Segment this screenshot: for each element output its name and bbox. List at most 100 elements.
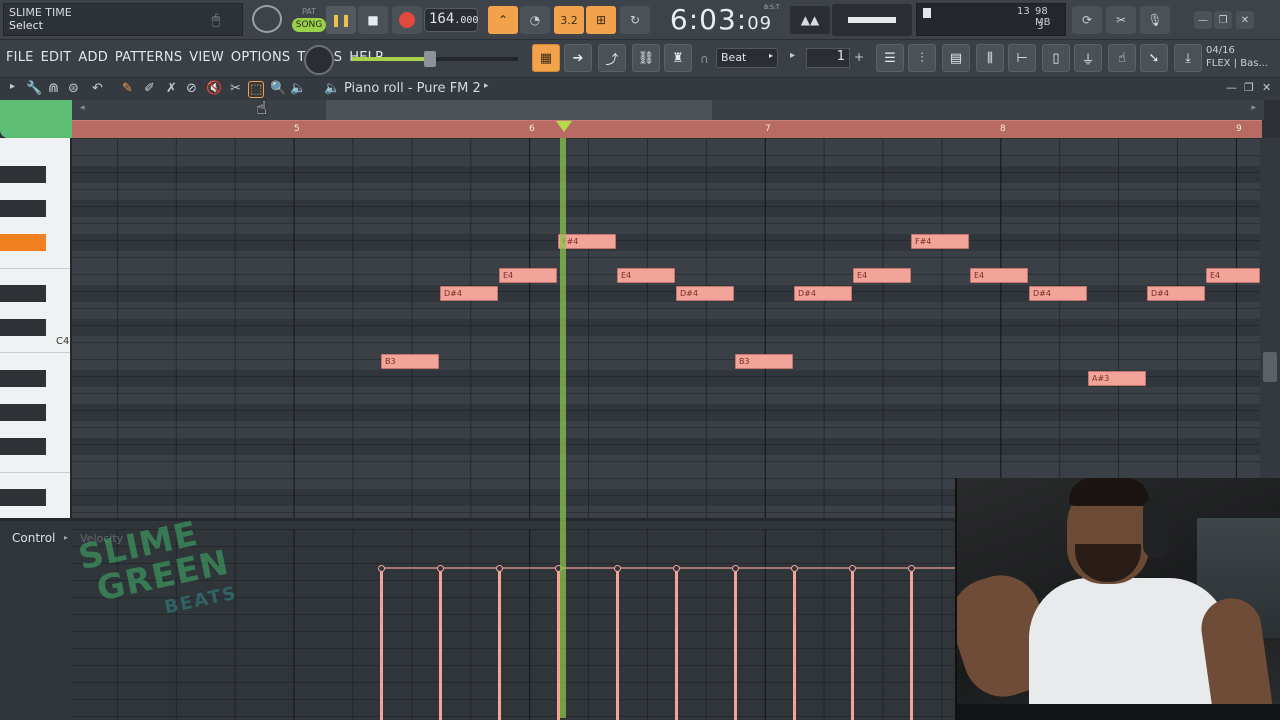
overview-window[interactable] [326,100,712,120]
velocity-handle[interactable] [908,565,915,572]
note-e4[interactable]: E4 [1206,268,1260,283]
note-d#4[interactable]: D#4 [440,286,498,301]
stamp-tool-icon[interactable]: ⊜ [68,81,79,96]
playhead-line[interactable] [560,138,566,718]
scroll-left-icon[interactable]: ◂ [80,103,85,113]
close-icon[interactable]: ✕ [1236,11,1254,29]
options-arrow-icon[interactable]: ▸ [10,81,15,92]
note-e4[interactable]: E4 [617,268,675,283]
volume-slider-handle[interactable] [424,51,436,67]
note-d#4[interactable]: D#4 [676,286,734,301]
refresh-icon[interactable]: ⟳ [1072,6,1102,34]
velocity-bar[interactable] [616,569,619,720]
menu-edit[interactable]: EDIT [41,50,72,65]
timeline-ruler[interactable]: 5 6 7 8 9 [72,120,1262,138]
menu-options[interactable]: OPTIONS [231,50,290,65]
menu-file[interactable]: FILE [6,50,34,65]
pattern-prev-icon[interactable]: ▸ [790,50,795,61]
control-label[interactable]: Control [12,531,55,545]
scroll-right-icon[interactable]: ▸ [1251,103,1256,113]
record-button[interactable] [392,6,422,34]
master-volume-knob[interactable] [252,5,282,33]
menu-view[interactable]: VIEW [189,50,224,65]
delete-tool-icon[interactable]: ✗ [166,81,177,96]
pattern-step-toggle[interactable]: 3.2 [554,6,584,34]
note-grid[interactable]: B3 D#4 E4 F#4 E4 D#4 B3 D#4 E4 F#4 E4 D#… [72,138,1260,518]
playlist-icon[interactable]: ☰ [876,44,904,72]
title-arrow-icon[interactable]: ▸ [484,81,489,91]
metronome-icon[interactable]: ⌃ [488,6,518,34]
plugin-icon[interactable]: ⏚ [1074,44,1102,72]
note-d#4[interactable]: D#4 [794,286,852,301]
snap-selector[interactable]: Beat ▸ [716,48,778,68]
cut-icon[interactable]: ✂ [1106,6,1136,34]
velocity-handle[interactable] [673,565,680,572]
tempo-display[interactable]: 164.000 [424,8,478,32]
note-f#4[interactable]: F#4 [558,234,616,249]
browser-icon[interactable]: ⊢ [1008,44,1036,72]
channel-rack-icon[interactable]: ⫶ [908,44,936,72]
velocity-bar[interactable] [910,569,913,720]
velocity-bar[interactable] [675,569,678,720]
menu-patterns[interactable]: PATTERNS [115,50,182,65]
microphone-icon[interactable]: 🎙 [1140,6,1170,34]
note-e4[interactable]: E4 [853,268,911,283]
velocity-bar[interactable] [851,569,854,720]
note-e4[interactable]: E4 [499,268,557,283]
pat-toggle[interactable]: PAT [292,4,326,18]
playhead-marker[interactable] [556,121,572,132]
pr-close-icon[interactable]: ✕ [1262,81,1271,94]
scrollbar-thumb[interactable] [1263,352,1277,382]
note-a#3[interactable]: A#3 [1088,371,1146,386]
black-key[interactable] [0,319,46,336]
wait-input-icon[interactable]: ◔ [520,6,550,34]
note-e4[interactable]: E4 [970,268,1028,283]
select-tool-icon[interactable]: ⬚ [248,81,265,98]
velocity-handle[interactable] [378,565,385,572]
flex-news-panel[interactable]: 04/16 FLEX | Bas... [1206,44,1280,74]
pr-restore-icon[interactable]: ❐ [1244,81,1254,94]
mute-tool-icon[interactable]: ⊘ [186,81,197,96]
velocity-bar[interactable] [439,569,442,720]
curve-icon[interactable]: ⤴ [598,44,626,72]
note-b3[interactable]: B3 [735,354,793,369]
velocity-bar[interactable] [380,569,383,720]
black-key[interactable] [0,200,46,217]
blend-notes-icon[interactable]: ⊞ [586,6,616,34]
download-icon[interactable]: ⤓ [1174,44,1202,72]
restore-icon[interactable]: ❐ [1214,11,1232,29]
black-key[interactable] [0,370,46,387]
black-key[interactable] [0,404,46,421]
mixer-icon[interactable]: ⫼ [976,44,1004,72]
arrow-icon[interactable]: ➘ [1140,44,1168,72]
velocity-handle[interactable] [437,565,444,572]
song-toggle[interactable]: SONG [292,18,326,32]
stop-button[interactable]: ■ [358,6,388,34]
step-sequencer-icon[interactable]: ▤ [942,44,970,72]
minimize-icon[interactable]: — [1194,11,1212,29]
slice-tool-icon[interactable]: 🔇 [206,81,222,96]
velocity-bar[interactable] [793,569,796,720]
black-key[interactable] [0,285,46,302]
velocity-bar[interactable] [498,569,501,720]
touch-controller-icon[interactable]: ☝ [1108,44,1136,72]
black-key[interactable] [0,489,46,506]
note-b3[interactable]: B3 [381,354,439,369]
pencil-icon[interactable]: ✎ [122,81,133,96]
pr-minimize-icon[interactable]: — [1226,81,1237,94]
undo-icon[interactable]: ↶ [92,81,103,96]
velocity-handle[interactable] [614,565,621,572]
wrench-icon[interactable]: 🔧 [26,81,42,96]
magnet-snap-icon[interactable]: ⋒ [48,81,59,96]
loop-record-icon[interactable]: ↻ [620,6,650,34]
playback-tool-icon[interactable]: 🔈 [290,81,306,96]
black-key[interactable] [0,166,46,183]
pattern-overview[interactable]: ◂ ▸ [72,100,1264,120]
velocity-handle[interactable] [791,565,798,572]
piano-keyboard[interactable]: C4 [0,138,72,518]
note-f#4[interactable]: F#4 [911,234,969,249]
paint-brush-icon[interactable]: ✐ [144,81,155,96]
piano-roll-icon[interactable]: ▦ [532,44,560,72]
black-key[interactable] [0,438,46,455]
file-icon[interactable]: ▯ [1042,44,1070,72]
